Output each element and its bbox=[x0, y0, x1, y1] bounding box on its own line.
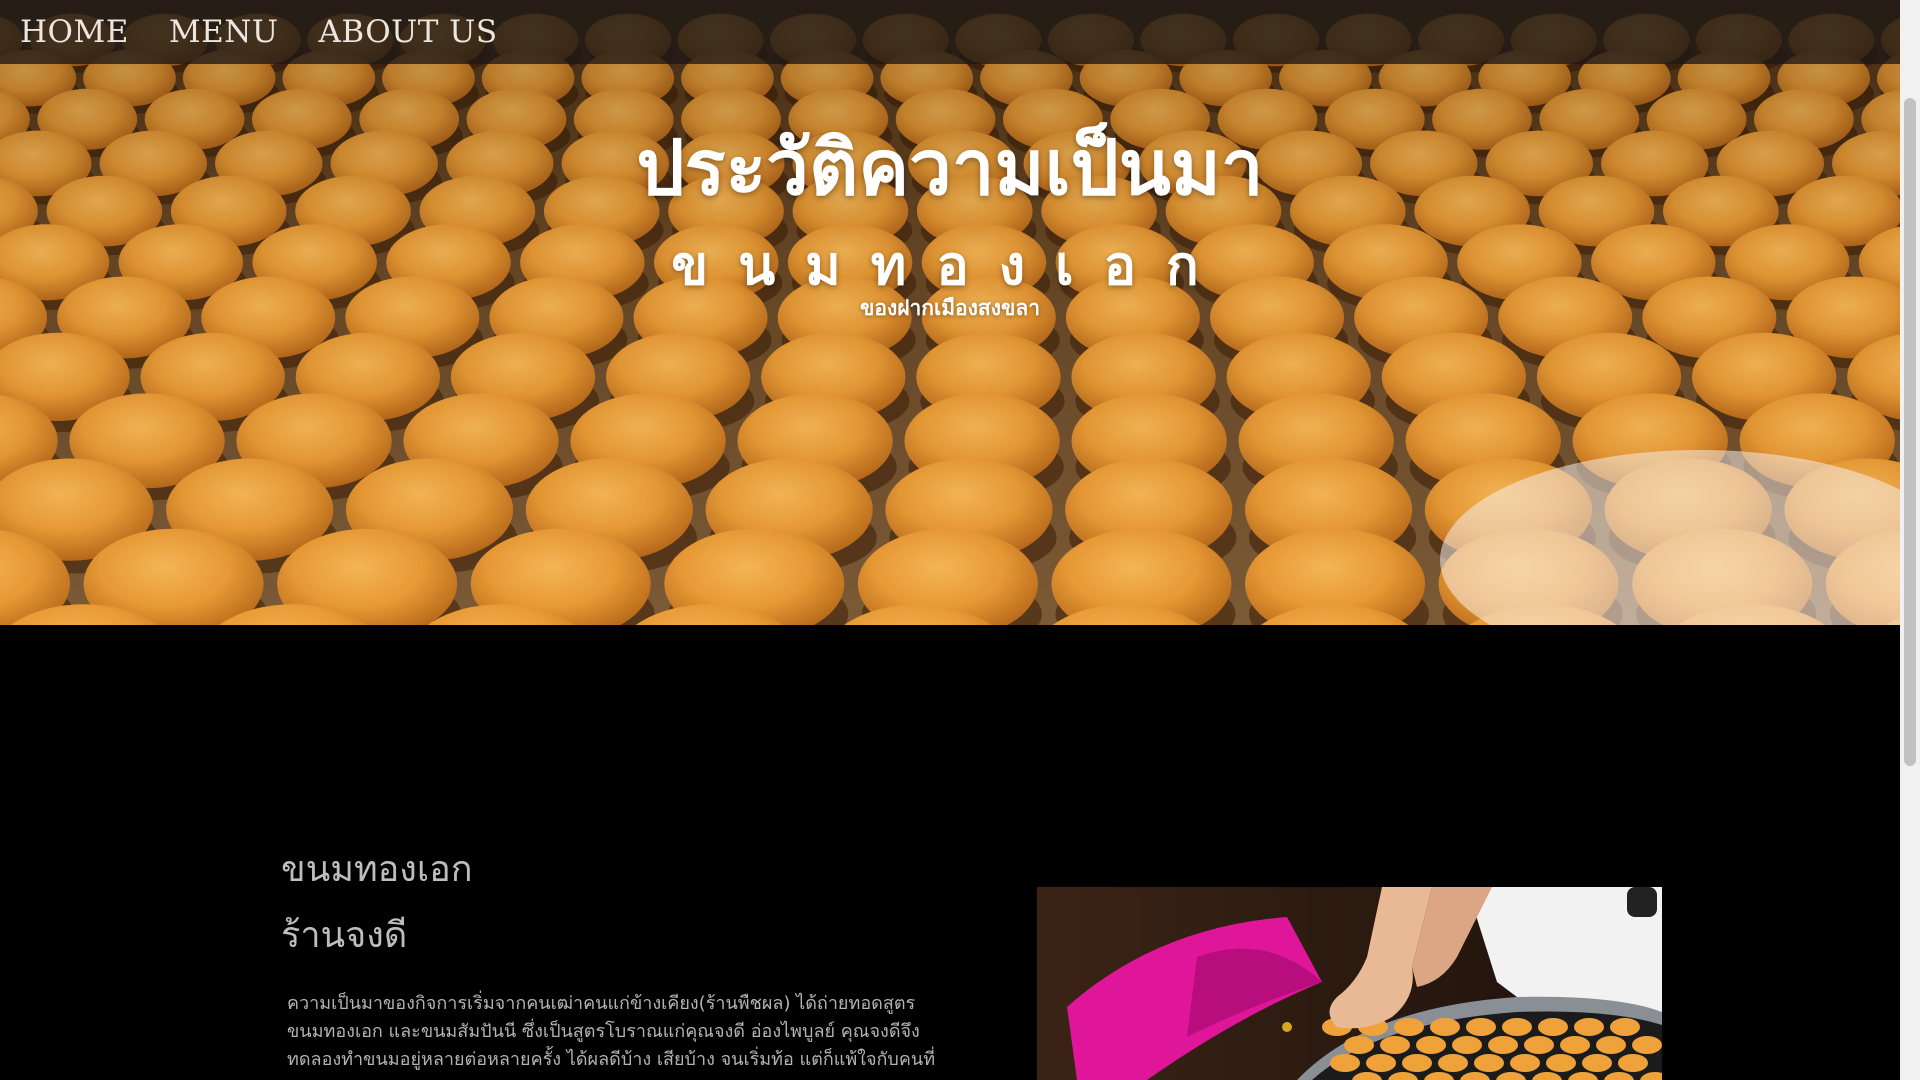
tray-dessert bbox=[1344, 1036, 1374, 1054]
shop-photo-image bbox=[1037, 887, 1662, 1080]
nav-menu-link[interactable]: MENU bbox=[169, 14, 279, 50]
history-paragraph: ความเป็นมาของกิจการเริ่มจากคนเฒ่าคนแก่ข้… bbox=[287, 993, 936, 1080]
hero-title: ประวัติความเป็นมา bbox=[636, 123, 1264, 212]
tray-dessert bbox=[1546, 1054, 1576, 1072]
tray-dessert bbox=[1524, 1036, 1554, 1054]
top-navigation: HOME MENU ABOUT US bbox=[0, 0, 1900, 64]
tray-dessert bbox=[1394, 1018, 1424, 1036]
tray-dessert bbox=[1538, 1018, 1568, 1036]
page-scrollbar[interactable] bbox=[1900, 0, 1920, 1080]
nav-about-us-link[interactable]: ABOUT US bbox=[318, 14, 497, 50]
tray-dessert bbox=[1510, 1054, 1540, 1072]
page: ประวัติความเป็นมา ขนมทองเอก ของฝากเมืองส… bbox=[0, 0, 1920, 1080]
tray-dessert bbox=[1574, 1018, 1604, 1036]
tray-dessert bbox=[1502, 1018, 1532, 1036]
tray-dessert bbox=[1452, 1036, 1482, 1054]
tray-dessert bbox=[1618, 1054, 1648, 1072]
shop-heading: ร้านจงดี bbox=[281, 915, 408, 956]
tray-dessert bbox=[1366, 1054, 1396, 1072]
tray-dessert bbox=[1402, 1054, 1432, 1072]
tray-dessert bbox=[1430, 1018, 1460, 1036]
product-heading: ขนมทองเอก bbox=[281, 849, 473, 890]
tray-dessert bbox=[1380, 1036, 1410, 1054]
tray-dessert bbox=[1438, 1054, 1468, 1072]
hero-banner: ประวัติความเป็นมา ขนมทองเอก ของฝากเมืองส… bbox=[0, 0, 1900, 625]
hero-tagline: ของฝากเมืองสงขลา bbox=[859, 296, 1040, 320]
tray-dessert bbox=[1596, 1036, 1626, 1054]
nav-home-link[interactable]: HOME bbox=[20, 14, 129, 50]
tray-dessert bbox=[1610, 1018, 1640, 1036]
scrollbar-thumb[interactable] bbox=[1904, 98, 1916, 766]
tray-dessert bbox=[1488, 1036, 1518, 1054]
tray-dessert bbox=[1474, 1054, 1504, 1072]
shop-photo bbox=[1037, 887, 1662, 1080]
tray-dessert bbox=[1560, 1036, 1590, 1054]
tray-dessert bbox=[1582, 1054, 1612, 1072]
tray-dessert bbox=[1632, 1036, 1662, 1054]
tray-dessert bbox=[1416, 1036, 1446, 1054]
tray-dessert bbox=[1466, 1018, 1496, 1036]
tray-dessert bbox=[1330, 1054, 1360, 1072]
